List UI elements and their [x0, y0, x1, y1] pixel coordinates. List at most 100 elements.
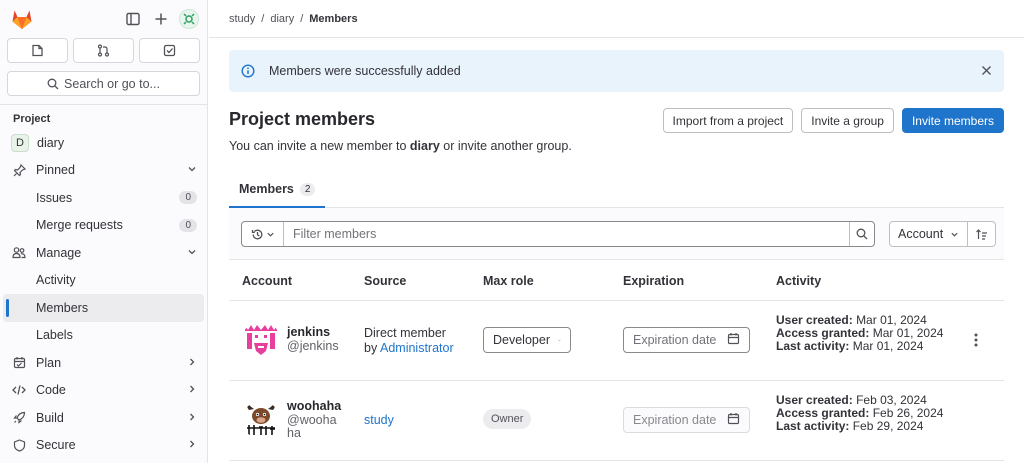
code-icon — [11, 382, 27, 398]
sidebar-item-secure[interactable]: Secure — [0, 432, 207, 460]
sidebar-item-merge-requests[interactable]: Merge requests 0 — [0, 212, 207, 240]
sidebar-item-label: Pinned — [36, 163, 75, 178]
import-from-project-button[interactable]: Import from a project — [662, 108, 794, 133]
sidebar-shortcuts — [0, 38, 207, 63]
sort-field-dropdown[interactable]: Account — [889, 221, 969, 247]
merge-requests-shortcut-button[interactable] — [73, 38, 134, 63]
sidebar-item-label: Code — [36, 383, 66, 398]
member-name[interactable]: woohaha — [287, 399, 341, 413]
alert-message: Members were successfully added — [269, 64, 461, 78]
source-link[interactable]: study — [364, 413, 394, 427]
count-badge: 0 — [179, 218, 197, 232]
table-row: jenkins @jenkins Direct member by Admini… — [229, 301, 1004, 381]
expiration-date-input[interactable]: Expiration date — [623, 327, 750, 353]
breadcrumb-item[interactable]: diary — [270, 13, 294, 25]
sidebar-item-plan[interactable]: Plan — [0, 349, 207, 377]
breadcrumb-separator: / — [300, 12, 304, 25]
sidebar-item-issues[interactable]: Issues 0 — [0, 184, 207, 212]
sidebar-item-label: Plan — [36, 355, 62, 370]
todo-shortcut-button[interactable] — [139, 38, 200, 63]
expiration-placeholder: Expiration date — [633, 413, 717, 427]
member-source: Direct member by Administrator — [364, 326, 454, 356]
recent-searches-button[interactable] — [242, 222, 284, 246]
user-avatar[interactable] — [179, 9, 199, 29]
sort-direction-button[interactable] — [968, 221, 997, 247]
sidebar-item-label: Manage — [36, 245, 82, 260]
member-activity: User created: Mar 01, 2024 Access grante… — [776, 314, 946, 353]
sidebar-item-label: Merge requests — [36, 218, 123, 233]
avatar[interactable] — [242, 321, 280, 359]
more-actions-icon[interactable] — [974, 333, 978, 350]
sidebar-topbar — [0, 0, 207, 38]
search-button[interactable]: Search or go to... — [7, 71, 200, 96]
search-icon — [856, 228, 868, 240]
page-title: Project members — [229, 109, 376, 129]
member-activity: User created: Feb 03, 2024 Access grante… — [776, 394, 946, 433]
activity-label: Access granted: — [776, 326, 870, 340]
info-icon — [241, 64, 255, 78]
toggle-sidebar-icon[interactable] — [121, 7, 145, 31]
shield-icon — [11, 437, 27, 453]
sidebar-item-activity[interactable]: Activity — [0, 267, 207, 295]
sidebar-item-label: Members — [36, 300, 89, 315]
close-icon[interactable] — [981, 63, 992, 79]
sidebar-item-label: Activity — [36, 273, 76, 288]
sidebar-item-labels[interactable]: Labels — [0, 322, 207, 350]
merge-request-icon — [97, 44, 110, 57]
search-label: Search or go to... — [64, 76, 160, 91]
source-text: by — [364, 341, 380, 355]
issues-shortcut-button[interactable] — [7, 38, 68, 63]
subtitle-text: You can invite a new member to — [229, 139, 410, 153]
column-header: Account — [242, 274, 292, 288]
sidebar-item-pinned[interactable]: Pinned — [0, 157, 207, 185]
activity-value: Mar 01, 2024 — [856, 313, 927, 327]
page-subtitle: You can invite a new member to diary or … — [229, 139, 572, 153]
todo-icon — [163, 44, 176, 57]
calendar-icon — [727, 412, 740, 428]
filter-members-input[interactable] — [284, 222, 849, 246]
role-dropdown[interactable]: Developer — [483, 327, 571, 353]
sidebar-item-manage[interactable]: Manage — [0, 239, 207, 267]
role-badge: Owner — [483, 409, 532, 429]
member-handle: @wooha — [287, 413, 337, 427]
breadcrumb-item[interactable]: study — [229, 13, 255, 25]
breadcrumb-current[interactable]: Members — [309, 13, 357, 25]
activity-value: Feb 26, 2024 — [872, 406, 944, 420]
invite-members-button[interactable]: Invite members — [901, 108, 1004, 133]
sidebar-item-build[interactable]: Build — [0, 404, 207, 432]
tab-count-badge: 2 — [299, 182, 316, 196]
sidebar-item-code[interactable]: Code — [0, 377, 207, 405]
calendar-icon — [727, 332, 740, 348]
sidebar-item-project[interactable]: D diary — [0, 129, 207, 157]
role-label: Developer — [493, 333, 550, 347]
gitlab-logo-icon[interactable] — [10, 7, 34, 31]
sidebar-item-label: Issues — [36, 190, 73, 205]
member-name[interactable]: jenkins — [287, 325, 330, 339]
expiration-placeholder: Expiration date — [633, 333, 717, 347]
activity-label: Last activity: — [776, 419, 850, 433]
activity-label: Access granted: — [776, 406, 870, 420]
invite-group-button[interactable]: Invite a group — [801, 108, 894, 133]
breadcrumb: study / diary / Members — [209, 0, 1024, 38]
rocket-icon — [11, 410, 27, 426]
sidebar-item-label: Secure — [36, 438, 76, 453]
activity-label: User created: — [776, 313, 853, 327]
avatar[interactable] — [242, 401, 280, 439]
tab-members[interactable]: Members 2 — [229, 172, 326, 208]
section-title: Project — [13, 113, 51, 125]
chevron-down-icon — [558, 339, 561, 341]
activity-value: Mar 01, 2024 — [852, 339, 924, 353]
expiration-date-input: Expiration date — [623, 407, 750, 433]
table-row: woohaha @wooha ha study Owner Expiration… — [229, 381, 1004, 461]
chevron-right-icon — [187, 356, 197, 370]
source-link[interactable]: Administrator — [380, 341, 454, 355]
activity-value: Feb 29, 2024 — [852, 419, 924, 433]
sidebar: Search or go to... Project D diary Pinne… — [0, 0, 208, 463]
plus-icon[interactable] — [149, 7, 173, 31]
chevron-down-icon — [187, 246, 197, 260]
users-icon — [11, 245, 27, 261]
member-handle: @jenkins — [287, 339, 339, 353]
search-button[interactable] — [849, 222, 874, 246]
tab-label: Members — [239, 182, 294, 196]
sidebar-item-members[interactable]: Members — [3, 294, 204, 322]
